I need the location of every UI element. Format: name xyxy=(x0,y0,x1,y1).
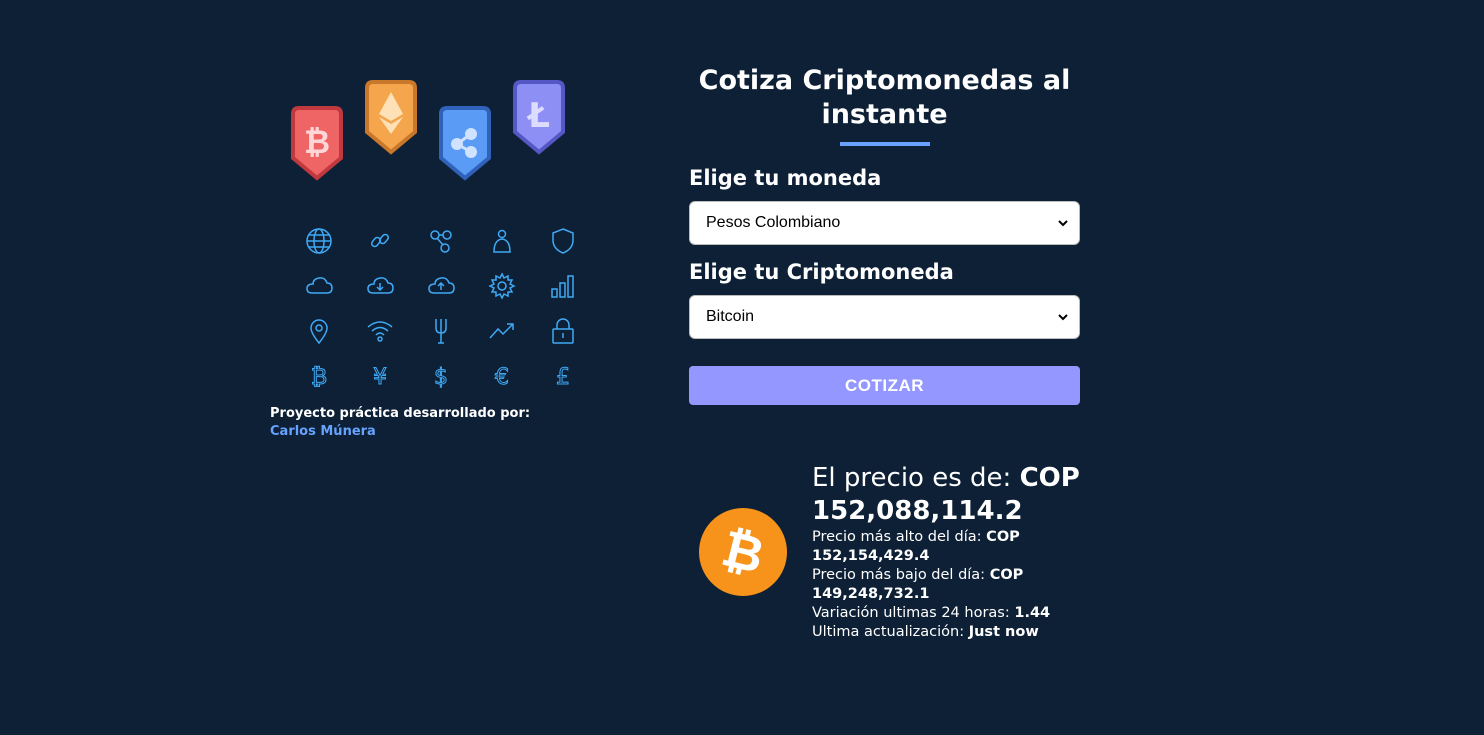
chevron-down-icon xyxy=(1058,220,1068,227)
gear-icon xyxy=(487,271,516,300)
pound-icon: £ xyxy=(555,364,570,390)
crypto-select-value: Bitcoin xyxy=(706,308,755,325)
euro-icon: € xyxy=(494,364,509,390)
wallet-user-icon xyxy=(492,229,511,253)
updated-value: Just now xyxy=(968,624,1039,640)
currency-select[interactable]: Pesos Colombiano xyxy=(689,201,1080,245)
change-value: 1.44 xyxy=(1014,605,1051,621)
crypto-select[interactable]: Bitcoin xyxy=(689,295,1080,339)
credit-block: Proyecto práctica desarrollado por: Carl… xyxy=(270,406,530,439)
cloud-upload-icon xyxy=(427,276,455,294)
bitcoin-symbol-icon: ₿ xyxy=(310,364,327,390)
credit-text: Proyecto práctica desarrollado por: xyxy=(270,406,531,421)
wifi-icon xyxy=(367,320,392,342)
cloud-icon xyxy=(305,276,333,294)
bar-chart-icon xyxy=(550,274,574,298)
crypto-label: Elige tu Criptomoneda xyxy=(689,260,954,284)
change-line: Variación ultimas 24 horas: 1.44 xyxy=(812,604,1112,623)
low-price-label: Precio más bajo del día: xyxy=(812,567,990,583)
author-link[interactable]: Carlos Múnera xyxy=(270,424,530,439)
yen-icon: ¥ xyxy=(372,364,387,390)
svg-text:£: £ xyxy=(556,365,570,390)
trend-up-icon xyxy=(488,322,514,338)
ripple-badge-icon xyxy=(439,106,491,181)
currency-select-value: Pesos Colombiano xyxy=(706,214,841,231)
dollar-icon: $ xyxy=(433,364,448,390)
svg-text:₿: ₿ xyxy=(310,365,326,390)
location-pin-icon xyxy=(309,318,328,344)
chevron-down-icon xyxy=(1058,314,1068,321)
svg-text:¥: ¥ xyxy=(373,365,387,390)
page-title: Cotiza Criptomonedas al instante xyxy=(698,65,1071,130)
svg-text:Ł: Ł xyxy=(526,96,550,136)
quote-form-panel: Cotiza Criptomonedas al instante Elige t… xyxy=(689,64,1080,405)
litecoin-badge-icon: Ł xyxy=(513,80,565,155)
title-underline xyxy=(839,142,930,146)
updated-label: Ultima actualización: xyxy=(812,624,969,640)
price-label: El precio es de: xyxy=(812,463,1020,493)
low-price-line: Precio más bajo del día: COP 149,248,732… xyxy=(812,566,1112,604)
feature-icon-grid: ₿ ¥ $ € £ xyxy=(288,218,593,398)
svg-text:₿: ₿ xyxy=(304,123,330,161)
ethereum-badge-icon xyxy=(365,80,417,155)
chain-link-icon xyxy=(370,233,389,247)
fork-icon xyxy=(434,318,447,344)
padlock-icon xyxy=(551,317,574,344)
change-label: Variación ultimas 24 horas: xyxy=(812,605,1015,621)
illustration-panel: ₿ Ł ₿ ¥ $ € £ Proyecto práctica desarrol… xyxy=(270,70,600,439)
bitcoin-badge-icon: ₿ xyxy=(291,106,343,181)
quote-result: ₿ El precio es de: COP 152,088,114.2 Pre… xyxy=(699,462,1119,652)
high-price-line: Precio más alto del día: COP 152,154,429… xyxy=(812,528,1112,566)
result-text: El precio es de: COP 152,088,114.2 Preci… xyxy=(812,462,1112,642)
cotizar-button[interactable]: COTIZAR xyxy=(689,366,1080,405)
updated-line: Ultima actualización: Just now xyxy=(812,623,1112,642)
price-line: El precio es de: COP 152,088,114.2 xyxy=(812,462,1112,528)
shield-icon xyxy=(551,227,574,254)
crypto-illustration: ₿ Ł ₿ ¥ $ € £ xyxy=(270,70,600,390)
globe-icon xyxy=(305,227,332,254)
svg-text:€: € xyxy=(495,365,509,390)
network-nodes-icon xyxy=(429,229,452,253)
currency-label: Elige tu moneda xyxy=(689,166,882,190)
bitcoin-logo-icon: ₿ xyxy=(699,508,787,596)
svg-text:$: $ xyxy=(434,365,448,390)
page: ₿ Ł ₿ ¥ $ € £ Proyecto práctica desarrol… xyxy=(0,0,1484,735)
cloud-download-icon xyxy=(366,276,394,294)
high-price-label: Precio más alto del día: xyxy=(812,529,987,545)
